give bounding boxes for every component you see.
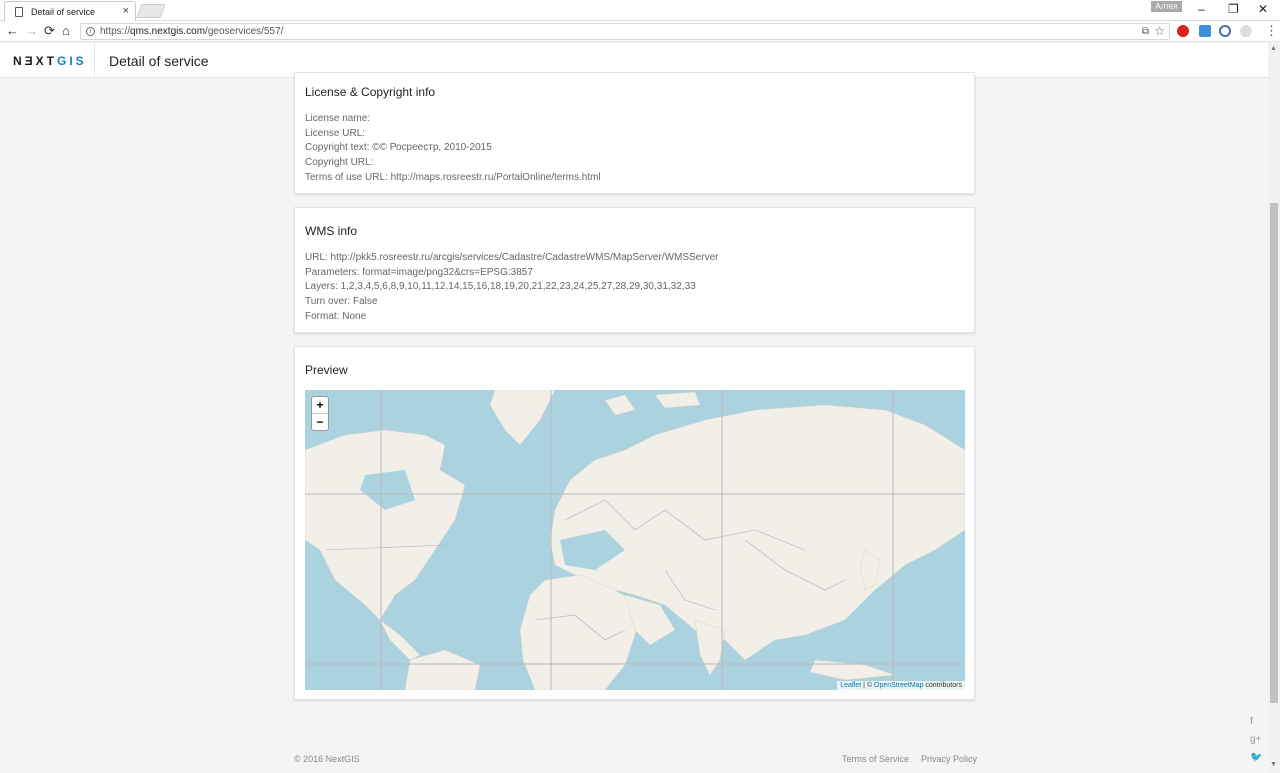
wms-details: URL: http://pkk5.rosreestr.ru/arcgis/ser… [305,251,718,325]
info-icon[interactable]: i [86,27,95,36]
copyright-url: Copyright URL: [305,157,374,169]
license-card: License & Copyright info License name: L… [294,72,975,194]
googleplus-icon[interactable]: g+ [1250,734,1261,745]
copyright-text: Copyright text: ©© Росреестр, 2010-2015 [305,142,492,154]
page-scrollbar[interactable]: ▲ ▼ [1268,43,1280,773]
adblock-extension-icon[interactable] [1177,25,1189,37]
zoom-out-button[interactable]: − [312,414,328,431]
browser-menu-icon[interactable]: ⋮ [1265,23,1278,39]
wms-url: URL: http://pkk5.rosreestr.ru/arcgis/ser… [305,252,719,263]
minimize-icon[interactable]: – [1198,2,1205,16]
world-map [305,390,965,690]
drive-extension-icon[interactable] [1219,25,1231,37]
attribution-suffix: contributors [923,682,962,689]
browser-tab[interactable]: Detail of service × [4,1,136,21]
zoom-in-button[interactable]: + [312,397,328,414]
footer-copyright: © 2016 NextGIS [294,754,360,764]
twitter-icon[interactable]: 🐦 [1250,752,1262,763]
wms-layers: Layers: 1,2,3,4,5,6,8,9,10,11,12,14,15,1… [305,281,696,293]
zoom-control: + − [311,396,329,431]
browser-toolbar: ← → ⟳ ⌂ i https://qms.nextgis.com/geoser… [0,21,1280,42]
back-icon[interactable]: ← [6,23,19,38]
wms-parameters: Parameters: format=image/png32&crs=EPSG:… [305,266,533,278]
bookmark-star-icon[interactable]: ☆ [1154,24,1165,38]
wms-card-title: WMS info [305,224,358,238]
home-icon[interactable]: ⌂ [62,23,70,38]
facebook-icon[interactable]: f [1250,716,1253,727]
terms-of-service-link[interactable]: Terms of Service [842,754,909,764]
wms-card: WMS info URL: http://pkk5.rosreestr.ru/a… [294,207,975,333]
privacy-policy-link[interactable]: Privacy Policy [921,754,977,764]
address-url: https://qms.nextgis.com/geoservices/557/ [100,26,284,37]
translate-icon[interactable]: ⧉ [1142,26,1149,37]
map-preview[interactable]: + − Leaflet | © OpenStreetMap contributo… [305,390,965,690]
close-window-icon[interactable]: ✕ [1258,2,1268,16]
preview-card-title: Preview [305,363,348,377]
page-title: Detail of service [109,53,209,69]
header-divider [94,43,95,78]
license-url: License URL: [305,127,366,139]
scroll-down-icon[interactable]: ▼ [1270,761,1277,768]
address-bar[interactable]: i https://qms.nextgis.com/geoservices/55… [80,23,1170,40]
tab-title: Detail of service [31,7,96,17]
preview-card: Preview + − Leaflet | © OpenStreetMap co… [294,346,975,700]
new-tab-button[interactable] [136,4,166,18]
wms-format: Format: None [305,310,367,322]
openstreetmap-link[interactable]: OpenStreetMap [874,682,923,689]
tab-close-icon[interactable]: × [123,5,129,17]
license-card-title: License & Copyright info [305,85,436,99]
attribution-separator: | © [861,682,875,689]
leaflet-link[interactable]: Leaflet [840,682,861,689]
browser-tab-bar: Detail of service × Алтея – ❐ ✕ [0,0,1280,21]
map-attribution: Leaflet | © OpenStreetMap contributors [837,681,965,690]
restore-icon[interactable]: ❐ [1228,2,1239,16]
profile-badge[interactable]: Алтея [1151,1,1182,12]
wms-turn-over: Turn over: False [305,296,378,308]
nextgis-logo[interactable]: NƎXTGIS [13,54,87,68]
scrollbar-thumb[interactable] [1270,203,1278,703]
extension-icon[interactable] [1240,25,1252,37]
license-name: License name: [305,113,371,124]
calendar-extension-icon[interactable] [1199,25,1211,37]
document-icon [15,7,23,17]
forward-icon[interactable]: → [25,23,38,38]
terms-of-use-url: Terms of use URL: http://maps.rosreestr.… [305,171,601,183]
reload-icon[interactable]: ⟳ [44,23,55,39]
scroll-up-icon[interactable]: ▲ [1270,45,1277,52]
license-details: License name: License URL: Copyright tex… [305,112,601,186]
